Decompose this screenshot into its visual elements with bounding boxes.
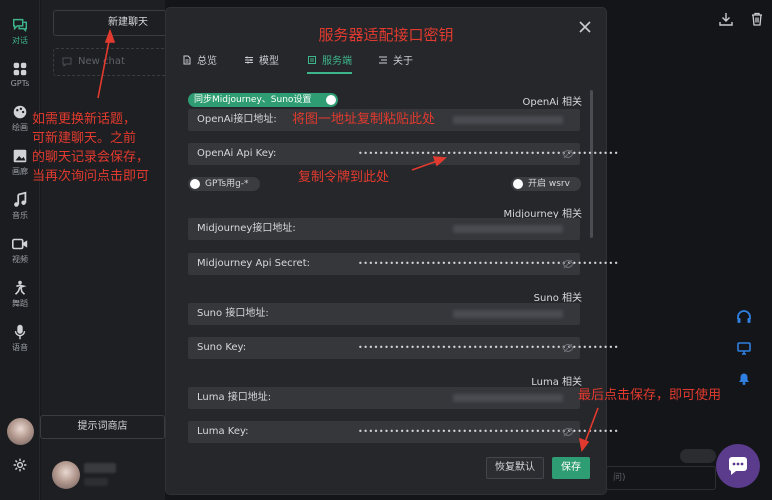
annotation-arrows xyxy=(97,28,599,452)
